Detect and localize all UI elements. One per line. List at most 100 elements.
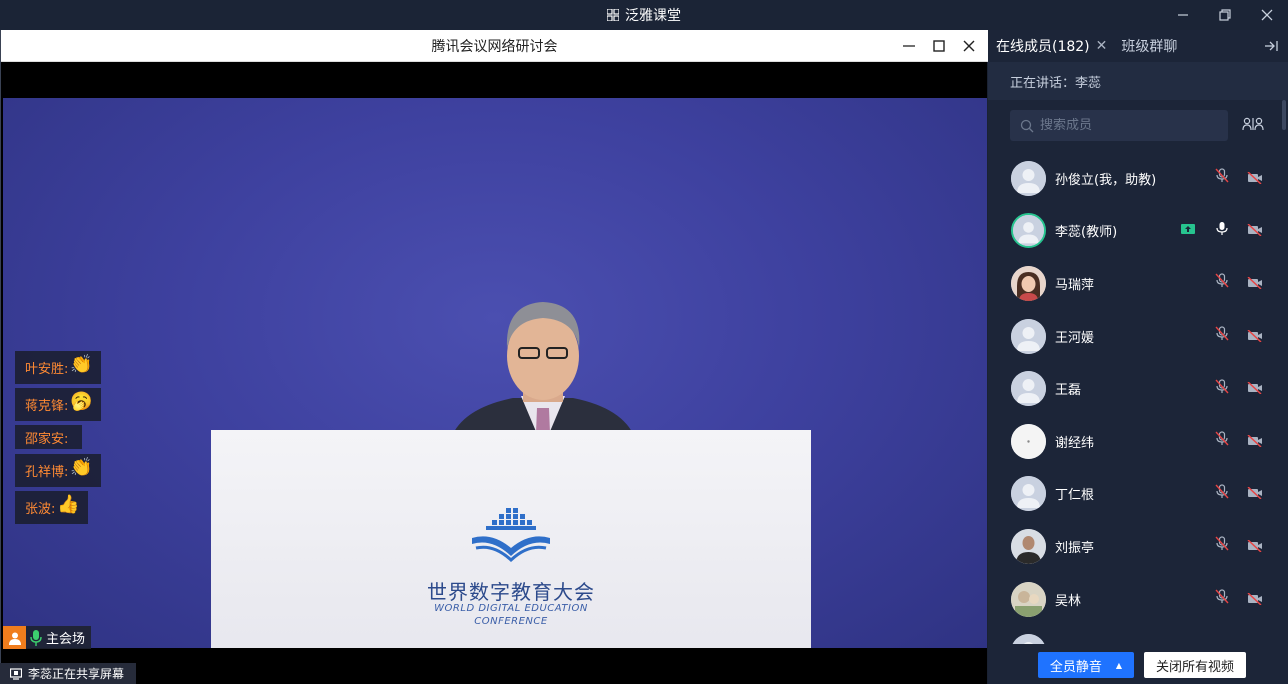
camera-off-icon[interactable]	[1247, 537, 1263, 556]
app-title: 泛雅课堂	[625, 8, 681, 24]
member-row[interactable]: 李蕊(教师)	[988, 205, 1284, 258]
tab-class-chat[interactable]: 班级群聊	[1121, 36, 1177, 56]
app-title-area: 泛雅课堂	[0, 0, 1288, 30]
mute-all-button[interactable]: 全员静音 ▲	[1038, 652, 1134, 678]
member-name: 李蕊(教师)	[1055, 225, 1118, 241]
collapse-arrow-icon	[1265, 41, 1278, 51]
screen-share-icon	[10, 667, 22, 680]
member-row[interactable]: 谢经纬	[988, 415, 1284, 468]
minimize-icon	[903, 45, 915, 47]
member-row[interactable]: 孙俊立(我，助教)	[988, 152, 1284, 205]
panel-footer: 全员静音 ▲ 关闭所有视频	[988, 644, 1288, 684]
app-logo-icon	[607, 9, 619, 21]
mic-muted-icon[interactable]	[1215, 431, 1229, 451]
reaction-name: 邵家安:	[25, 431, 69, 447]
minimize-button[interactable]	[1162, 0, 1204, 30]
mic-on-icon[interactable]	[1215, 221, 1229, 241]
member-row[interactable]: 马瑞萍	[988, 257, 1284, 310]
clap-icon: 👏	[70, 354, 93, 375]
meeting-title-bar: 腾讯会议网络研讨会	[1, 30, 988, 62]
venue-label: 主会场	[46, 632, 86, 647]
camera-off-icon[interactable]	[1247, 169, 1263, 188]
caret-up-icon[interactable]: ▲	[1116, 661, 1122, 670]
member-name: 谢经纬	[1055, 435, 1095, 451]
conference-logo-icon	[211, 504, 811, 564]
reaction-item: 张波: 👍	[15, 491, 88, 524]
mic-muted-icon[interactable]	[1215, 589, 1229, 609]
speaking-indicator: 正在讲话：李蕊	[988, 62, 1288, 100]
reaction-name: 张波:	[25, 502, 56, 517]
search-icon	[1020, 119, 1034, 132]
member-search[interactable]	[1010, 110, 1228, 141]
camera-off-icon[interactable]	[1247, 327, 1263, 346]
venue-tag: 主会场	[3, 626, 92, 649]
member-row[interactable]	[988, 625, 1284, 644]
member-name: 孙俊立(我，助教)	[1055, 172, 1157, 188]
reaction-item: 邵家安:	[15, 425, 83, 449]
avatar	[1011, 265, 1046, 301]
collapse-panel-button[interactable]	[1264, 38, 1278, 57]
close-icon[interactable]: ✕	[1096, 38, 1108, 54]
avatar	[1011, 581, 1046, 617]
podium: 世界数字教育大会 WORLD DIGITAL EDUCATION CONFERE…	[211, 430, 811, 648]
tab-online-members[interactable]: 在线成员(182) ✕	[988, 30, 1107, 62]
camera-off-icon[interactable]	[1247, 432, 1263, 451]
reaction-name: 叶安胜:	[25, 362, 69, 377]
camera-off-icon[interactable]	[1247, 590, 1263, 609]
close-all-video-button[interactable]: 关闭所有视频	[1144, 652, 1246, 678]
camera-off-icon[interactable]	[1247, 484, 1263, 503]
reaction-name: 孔祥博:	[25, 465, 69, 480]
reaction-item: 叶安胜: 👏	[15, 351, 101, 384]
meeting-window-controls	[894, 30, 984, 62]
member-row[interactable]: 王河媛	[988, 310, 1284, 363]
reaction-name: 蒋克锋:	[25, 399, 69, 414]
member-row[interactable]: 王磊	[988, 362, 1284, 415]
avatar	[1011, 213, 1046, 249]
restore-button[interactable]	[1204, 0, 1246, 30]
camera-off-icon[interactable]	[1247, 274, 1263, 293]
podium-title-en-line1: WORLD DIGITAL EDUCATION	[434, 603, 588, 614]
mic-muted-icon[interactable]	[1215, 484, 1229, 504]
camera-off-icon[interactable]	[1247, 221, 1263, 240]
microphone-icon	[30, 629, 42, 646]
app-title-bar: 泛雅课堂	[0, 0, 1288, 30]
screen-share-status: 李蕊正在共享屏幕	[0, 663, 137, 684]
screen-share-text: 李蕊正在共享屏幕	[28, 667, 125, 681]
mic-muted-icon[interactable]	[1215, 273, 1229, 293]
meeting-window: 腾讯会议网络研讨会 世界数字教育大会 WORLD DIGITAL EDUCATI…	[0, 30, 988, 684]
mic-muted-icon[interactable]	[1215, 168, 1229, 188]
mic-muted-icon[interactable]	[1215, 326, 1229, 346]
member-row[interactable]: 丁仁根	[988, 468, 1284, 521]
close-button[interactable]	[1246, 0, 1288, 30]
app-window-controls	[1162, 0, 1288, 30]
meeting-close-button[interactable]	[954, 30, 984, 62]
meeting-title: 腾讯会议网络研讨会	[431, 39, 558, 55]
avatar	[1011, 476, 1046, 512]
tab-online-members-label: 在线成员(182)	[996, 39, 1090, 55]
avatar	[1011, 371, 1046, 407]
mic-muted-icon[interactable]	[1215, 379, 1229, 399]
avatar	[1011, 528, 1046, 564]
member-name: 王磊	[1055, 383, 1082, 399]
close-icon	[1261, 9, 1273, 21]
member-sort-button[interactable]	[1242, 116, 1264, 135]
member-list-scrollbar[interactable]	[1282, 100, 1286, 130]
members-sort-icon	[1242, 117, 1264, 131]
avatar	[1011, 423, 1046, 459]
shared-video-stream[interactable]: 世界数字教育大会 WORLD DIGITAL EDUCATION CONFERE…	[3, 98, 987, 648]
meeting-minimize-button[interactable]	[894, 30, 924, 62]
member-row[interactable]: 吴林	[988, 573, 1284, 626]
mic-muted-icon[interactable]	[1215, 536, 1229, 556]
meeting-maximize-button[interactable]	[924, 30, 954, 62]
thumbs-up-icon: 👍	[57, 494, 80, 515]
member-list: 孙俊立(我，助教) 李蕊(教师) 马瑞萍 王河媛 王磊 谢经纬 丁仁根 刘振亭 …	[988, 152, 1284, 644]
panel-tabs: 在线成员(182) ✕ 班级群聊	[988, 30, 1288, 62]
search-input[interactable]	[1040, 118, 1220, 133]
podium-title-cn: 世界数字教育大会	[427, 580, 595, 604]
member-row[interactable]: 刘振亭	[988, 520, 1284, 573]
member-name: 刘振亭	[1055, 540, 1095, 556]
podium-title-en-line2: CONFERENCE	[474, 616, 548, 627]
camera-off-icon[interactable]	[1247, 379, 1263, 398]
member-name: 吴林	[1055, 593, 1082, 609]
yawn-icon: 🥱	[70, 391, 93, 412]
